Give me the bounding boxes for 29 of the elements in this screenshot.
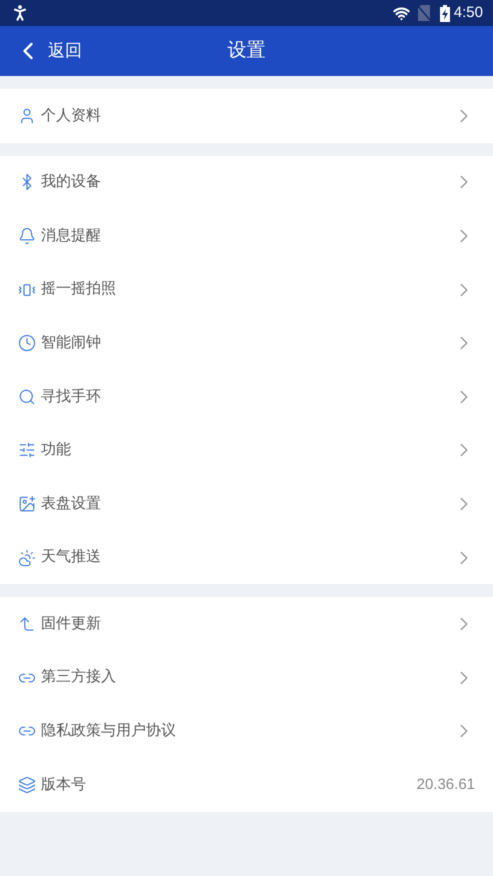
row-label: 固件更新 [41, 614, 101, 634]
row-value: 20.36.61 [416, 774, 475, 795]
row-label: 寻找手环 [41, 386, 101, 407]
row-label: 摇一摇拍照 [41, 279, 116, 300]
up-arrow-icon [18, 615, 36, 634]
row-label: 天气推送 [41, 547, 101, 568]
row-label: 隐私政策与用户协议 [41, 721, 176, 742]
person-icon [18, 106, 36, 125]
page-title: 设置 [228, 38, 266, 63]
row-label: 表盘设置 [41, 494, 101, 514]
back-button[interactable]: 返回 [14, 37, 82, 65]
row-label: 消息提醒 [41, 226, 101, 246]
clock-icon [18, 334, 36, 352]
layers-icon [18, 776, 36, 794]
cloud-sun-icon [18, 548, 36, 567]
sliders-icon [18, 441, 36, 460]
no-sim-icon [418, 5, 430, 21]
row-label: 智能闹钟 [41, 332, 101, 353]
bell-icon [18, 226, 36, 245]
wifi-icon [392, 4, 410, 22]
clock-time: 4:50 [454, 2, 483, 23]
picture-edit-icon [18, 494, 36, 513]
row-label: 我的设备 [41, 172, 101, 192]
row-label: 第三方接入 [41, 667, 116, 688]
battery-icon [440, 4, 450, 22]
search-icon [18, 388, 36, 406]
row-label: 版本号 [41, 774, 86, 795]
row-label: 个人资料 [41, 106, 101, 126]
row-label: 功能 [41, 440, 71, 460]
